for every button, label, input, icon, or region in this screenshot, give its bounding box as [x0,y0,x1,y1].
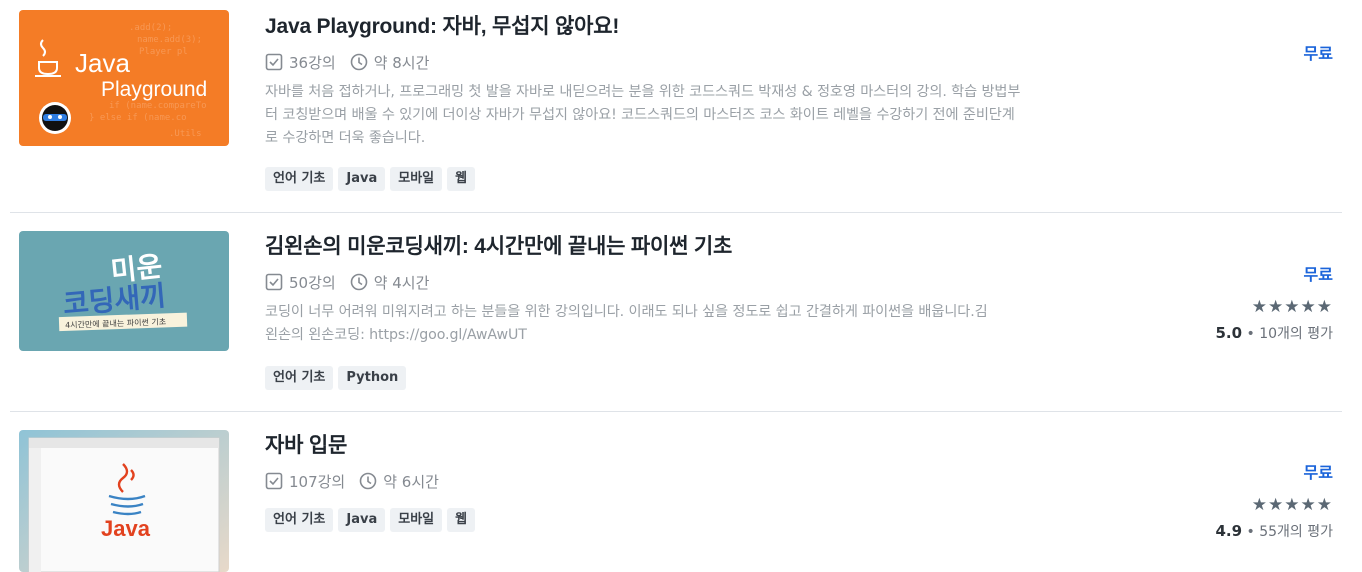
tag[interactable]: 언어 기초 [265,366,334,390]
tag[interactable]: 언어 기초 [265,508,334,532]
rating-stars: ★★★★★ [1251,495,1333,515]
svg-text:.Utils: .Utils [169,129,202,139]
clock-icon [350,273,367,291]
clock-icon [359,472,377,490]
rating-separator: • [1246,326,1255,342]
course-thumbnail[interactable]: Java [19,430,229,572]
svg-text:name.add(3);: name.add(3); [137,35,202,45]
course-item[interactable]: Java 자바 입문 107강의 약 6시간 언어 기초 Java 모바일 웹 … [10,412,1342,572]
lesson-count: 50강의 [289,273,336,292]
thumb-title: Java [101,516,151,541]
tag[interactable]: 웹 [447,508,476,532]
tag[interactable]: Java [338,508,386,532]
rating-stars: ★★★★★ [1251,297,1333,317]
svg-text:if (name.compareTo: if (name.compareTo [109,101,207,111]
course-duration: 약 8시간 [373,53,430,72]
course-price: 무료 [1303,44,1333,63]
clock-icon [350,53,367,71]
tag[interactable]: 웹 [447,167,476,191]
rating-count: 10개의 평가 [1259,326,1333,342]
rating-summary: 5.0 • 10개의 평가 [1215,323,1333,343]
course-title[interactable]: Java Playground: 자바, 무섭지 않아요! [265,12,1065,42]
tag[interactable]: Java [338,167,386,191]
course-thumbnail[interactable]: 미운 코딩새끼 4시간만에 끝내는 파이썬 기초 [19,231,229,351]
svg-text:.add(2);: .add(2); [129,23,172,33]
course-description: 자바를 처음 접하거나, 프로그래밍 첫 발을 자바로 내딛으려는 분을 위한 … [265,84,1021,146]
svg-text:} else if (name.co: } else if (name.co [89,113,187,123]
java-intro-thumbnail: Java [19,430,229,572]
rating-summary: 4.9 • 55개의 평가 [1215,521,1333,541]
course-item[interactable]: .add(2); name.add(3); Player pl if (name… [10,0,1342,213]
course-duration: 약 6시간 [383,472,439,491]
thumb-title: Java [75,48,130,78]
tag[interactable]: 모바일 [390,508,443,532]
tag[interactable]: 모바일 [390,167,443,191]
python-course-thumbnail: 미운 코딩새끼 4시간만에 끝내는 파이썬 기초 [19,231,229,351]
checkbox-icon [265,53,283,71]
course-thumbnail[interactable]: .add(2); name.add(3); Player pl if (name… [19,10,229,146]
course-price: 무료 [1303,463,1333,482]
course-price: 무료 [1303,265,1333,284]
checkbox-icon [265,273,283,291]
rating-value: 5.0 [1215,324,1243,342]
course-description: 코딩이 너무 어려워 미워지려고 하는 분들을 위한 강의입니다. 이래도 되나… [265,304,988,343]
checkbox-icon [265,472,283,490]
tag[interactable]: 언어 기초 [265,167,334,191]
lesson-count: 36강의 [289,53,336,72]
tag[interactable]: Python [338,366,407,390]
rating-separator: • [1246,524,1255,540]
lesson-count: 107강의 [289,472,346,491]
course-item[interactable]: 미운 코딩새끼 4시간만에 끝내는 파이썬 기초 김왼손의 미운코딩새끼: 4시… [10,213,1342,412]
course-title[interactable]: 김왼손의 미운코딩새끼: 4시간만에 끝내는 파이썬 기초 [265,232,1065,262]
course-duration: 약 4시간 [373,273,430,292]
thumb-subtitle: Playground [101,78,207,101]
rating-value: 4.9 [1215,522,1243,540]
svg-text:Player pl: Player pl [139,47,188,57]
rating-count: 55개의 평가 [1259,524,1333,540]
java-playground-thumbnail: .add(2); name.add(3); Player pl if (name… [19,10,229,146]
course-title[interactable]: 자바 입문 [265,431,1065,461]
